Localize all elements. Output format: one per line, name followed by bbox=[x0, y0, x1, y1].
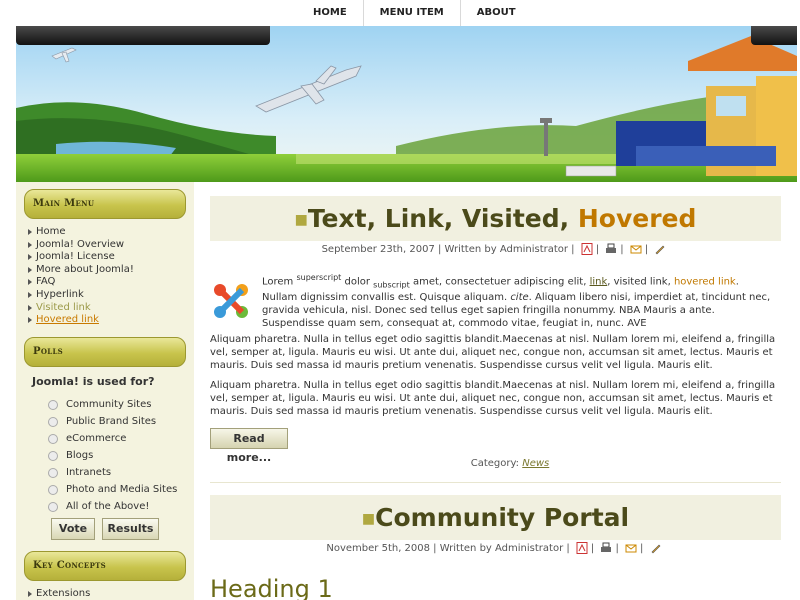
heading-1: Heading 1 bbox=[210, 575, 333, 600]
poll-option-community[interactable]: Community Sites bbox=[48, 396, 151, 413]
key-concepts-title: Key Concepts bbox=[33, 560, 106, 571]
nav-home[interactable]: HOME bbox=[297, 0, 364, 26]
vote-button[interactable]: Vote bbox=[51, 518, 95, 540]
poll-option-ecommerce[interactable]: eCommerce bbox=[48, 430, 126, 447]
polls-title: Polls bbox=[33, 346, 64, 357]
article1-category: Category: News bbox=[470, 458, 550, 469]
menu-item-home[interactable]: Home bbox=[28, 226, 134, 239]
article1-meta: September 23th, 2007 | Written by Admini… bbox=[210, 243, 781, 255]
key-concepts-header: Key Concepts bbox=[24, 551, 186, 581]
poll-option-all[interactable]: All of the Above! bbox=[48, 498, 149, 515]
poll-option-intranets[interactable]: Intranets bbox=[48, 464, 111, 481]
email-icon[interactable] bbox=[625, 542, 637, 554]
title-bullet-icon: ■ bbox=[294, 212, 308, 228]
email-icon[interactable] bbox=[630, 243, 642, 255]
poll-option-blogs[interactable]: Blogs bbox=[48, 447, 93, 464]
article1-paragraph2: Aliquam pharetra. Nulla in tellus eget o… bbox=[210, 334, 776, 371]
menu-item-faq[interactable]: FAQ bbox=[28, 276, 134, 289]
menu-item-more-about[interactable]: More about Joomla! bbox=[28, 264, 134, 277]
poll-question: Joomla! is used for? bbox=[32, 375, 155, 388]
menu-item-overview[interactable]: Joomla! Overview bbox=[28, 239, 134, 252]
menu-item-extensions[interactable]: Extensions bbox=[28, 588, 90, 600]
radio-button[interactable] bbox=[48, 416, 58, 427]
menu-item-license[interactable]: Joomla! License bbox=[28, 251, 134, 264]
main-menu-list: Home Joomla! Overview Joomla! License Mo… bbox=[28, 226, 134, 327]
header-banner bbox=[16, 26, 797, 182]
pdf-icon[interactable] bbox=[581, 243, 593, 255]
menu-item-hyperlink[interactable]: Hyperlink bbox=[28, 289, 134, 302]
article1-paragraph3: Aliquam pharetra. Nulla in tellus eget o… bbox=[210, 380, 776, 417]
pdf-icon[interactable] bbox=[576, 542, 588, 554]
article1-title-box: ■Text, Link, Visited, Hovered bbox=[210, 196, 781, 241]
inline-hovered-link[interactable]: hovered link bbox=[674, 276, 736, 287]
poll-option-public-brand[interactable]: Public Brand Sites bbox=[48, 413, 156, 430]
radio-button[interactable] bbox=[48, 484, 58, 495]
main-menu-title: Main Menu bbox=[33, 198, 95, 209]
menu-item-visited-link[interactable]: Visited link bbox=[28, 302, 134, 315]
print-icon[interactable] bbox=[605, 243, 617, 255]
polls-header: Polls bbox=[24, 337, 186, 367]
title-bullet-icon: ■ bbox=[361, 511, 376, 527]
inline-link[interactable]: link bbox=[590, 276, 608, 287]
key-concepts-list: Extensions bbox=[28, 588, 90, 600]
banner-cap-left bbox=[16, 26, 270, 45]
radio-button[interactable] bbox=[48, 433, 58, 444]
category-link[interactable]: News bbox=[522, 458, 549, 469]
radio-button[interactable] bbox=[48, 399, 58, 410]
article1-paragraph1: Lorem superscript dolor subscript amet, … bbox=[262, 273, 771, 330]
menu-item-hovered-link[interactable]: Hovered link bbox=[28, 314, 134, 327]
joomla-logo bbox=[214, 284, 248, 318]
main-menu-header: Main Menu bbox=[24, 189, 186, 219]
article-divider bbox=[210, 482, 781, 483]
read-more-button[interactable]: Read more... bbox=[210, 428, 288, 464]
sidebar: Main Menu Home Joomla! Overview Joomla! … bbox=[16, 182, 194, 600]
article2-title-box: ■Community Portal bbox=[210, 495, 781, 540]
radio-button[interactable] bbox=[48, 501, 58, 512]
poll-option-photo-media[interactable]: Photo and Media Sites bbox=[48, 481, 177, 498]
edit-icon[interactable] bbox=[654, 243, 666, 255]
nav-about[interactable]: ABOUT bbox=[461, 0, 532, 26]
nav-menu-item[interactable]: MENU ITEM bbox=[364, 0, 461, 26]
banner-cap-right bbox=[751, 26, 797, 45]
radio-button[interactable] bbox=[48, 467, 58, 478]
top-navigation: HOME MENU ITEM ABOUT bbox=[0, 0, 800, 26]
edit-icon[interactable] bbox=[650, 542, 662, 554]
article2-title: ■Community Portal bbox=[361, 503, 630, 532]
print-icon[interactable] bbox=[600, 542, 612, 554]
radio-button[interactable] bbox=[48, 450, 58, 461]
article1-title: ■Text, Link, Visited, Hovered bbox=[294, 204, 697, 233]
results-button[interactable]: Results bbox=[102, 518, 159, 540]
article2-meta: November 5th, 2008 | Written by Administ… bbox=[210, 542, 781, 554]
